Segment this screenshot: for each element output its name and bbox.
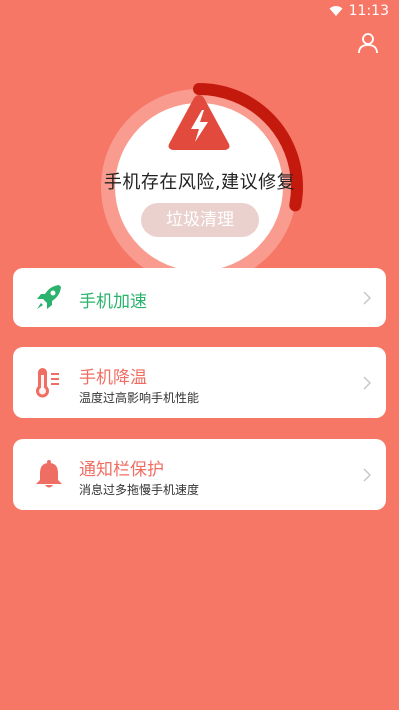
rocket-icon xyxy=(33,281,65,313)
risk-headline: 手机存在风险,建议修复 xyxy=(103,172,296,193)
thermometer-icon xyxy=(33,367,65,399)
card-subtitle: 消息过多拖慢手机速度 xyxy=(79,483,200,497)
junk-clean-button[interactable]: 垃圾清理 xyxy=(141,203,259,237)
wifi-icon xyxy=(329,6,343,16)
user-icon[interactable] xyxy=(357,32,379,54)
card-title: 手机降温 xyxy=(79,368,147,388)
status-time: 11:13 xyxy=(348,3,389,19)
card-phone-cooldown[interactable]: 手机降温 温度过高影响手机性能 xyxy=(13,347,386,418)
chevron-right-icon xyxy=(363,291,372,305)
chevron-right-icon xyxy=(363,376,372,390)
card-title: 通知栏保护 xyxy=(79,460,164,480)
card-phone-speedup[interactable]: 手机加速 xyxy=(13,268,386,327)
card-subtitle: 温度过高影响手机性能 xyxy=(79,391,200,405)
warning-bolt-icon xyxy=(166,92,232,152)
status-icons: 11:13 xyxy=(329,3,389,19)
card-title: 手机加速 xyxy=(79,292,147,312)
status-bar: 11:13 xyxy=(0,0,399,24)
chevron-right-icon xyxy=(363,468,372,482)
bell-icon xyxy=(33,458,65,490)
card-notification-protection[interactable]: 通知栏保护 消息过多拖慢手机速度 xyxy=(13,439,386,510)
